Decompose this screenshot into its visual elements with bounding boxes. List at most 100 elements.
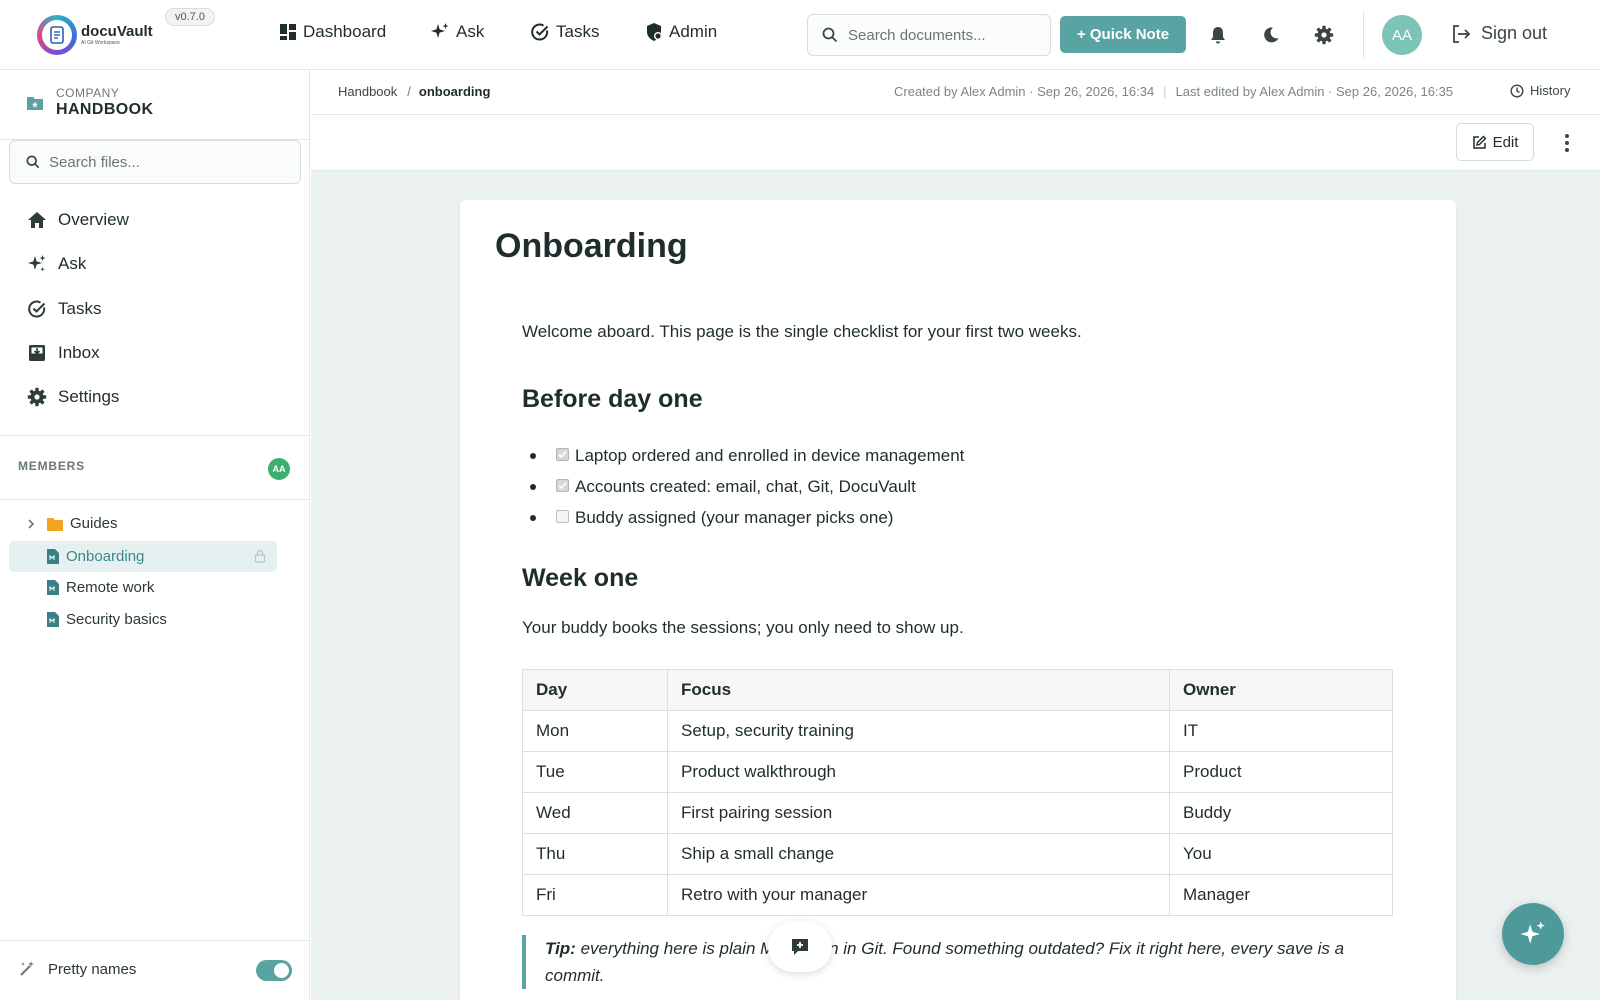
sidebar-item-label: Tasks (58, 299, 102, 318)
tree-item-label: Remote work (66, 579, 155, 596)
user-avatar[interactable]: AA (1382, 15, 1422, 55)
tree-item-label: Onboarding (66, 548, 145, 565)
nav-admin[interactable]: Admin (645, 22, 717, 42)
table-cell: Wed (522, 792, 668, 834)
member-avatar[interactable]: AA (268, 458, 290, 480)
magic-wand-icon (20, 961, 34, 976)
tree-item-label: Guides (70, 515, 118, 532)
check-circle-icon (28, 300, 46, 318)
theme-toggle-button[interactable] (1258, 22, 1284, 48)
checkbox-unchecked[interactable] (556, 510, 569, 523)
tree-folder-guides[interactable]: Guides (25, 515, 118, 532)
sidebar-item-overview[interactable]: Overview (27, 210, 129, 230)
notifications-button[interactable] (1205, 22, 1231, 48)
sidebar-item-ask[interactable]: Ask (27, 254, 86, 274)
table-row: Thu Ship a small change You (522, 833, 1393, 875)
dashboard-icon (280, 24, 296, 40)
shield-icon (647, 23, 662, 41)
checklist-label: Laptop ordered and enrolled in device ma… (575, 445, 965, 465)
main-content: Handbook / onboarding Created by Alex Ad… (311, 70, 1600, 1000)
pretty-names-toggle[interactable] (256, 960, 292, 981)
quick-note-button[interactable]: + Quick Note (1060, 16, 1186, 53)
chevron-right-icon (28, 518, 35, 529)
table-cell: Retro with your manager (667, 874, 1170, 916)
breadcrumb-bar: Handbook / onboarding Created by Alex Ad… (311, 70, 1600, 115)
column-header: Focus (667, 669, 1170, 711)
folder-icon (47, 517, 63, 531)
sign-out-button[interactable]: Sign out (1451, 23, 1547, 44)
sidebar-item-tasks[interactable]: Tasks (27, 299, 101, 319)
checklist-label: Accounts created: email, chat, Git, Docu… (575, 476, 916, 496)
sidebar-item-label: Settings (58, 387, 120, 406)
document-search-input[interactable]: Search documents... (807, 14, 1051, 56)
column-header: Owner (1169, 669, 1393, 711)
created-info: Created by Alex Admin · Sep 26, 2026, 16… (894, 84, 1155, 99)
sidebar-divider (0, 499, 310, 500)
checkbox-checked[interactable] (556, 479, 569, 492)
sidebar-item-inbox[interactable]: Inbox (27, 343, 100, 363)
home-icon (28, 212, 46, 228)
document-search-placeholder: Search documents... (848, 26, 986, 44)
gear-icon (1314, 25, 1334, 45)
add-comment-button[interactable] (768, 922, 832, 972)
sidebar-divider (0, 435, 310, 436)
logo-icon (37, 15, 77, 55)
settings-button[interactable] (1311, 22, 1337, 48)
checkbox-checked[interactable] (556, 448, 569, 461)
sidebar-divider (0, 940, 310, 941)
history-label: History (1530, 83, 1571, 98)
workspace-header[interactable]: COMPANY HANDBOOK (26, 86, 153, 119)
markdown-file-icon (47, 549, 59, 564)
history-button[interactable]: History (1510, 83, 1570, 98)
tip-text: everything here is plain Markdown in Git… (545, 939, 1345, 985)
edit-button[interactable]: Edit (1456, 123, 1534, 161)
schedule-table: Day Focus Owner Mon Setup, security trai… (522, 669, 1393, 916)
folder-star-icon (27, 96, 43, 110)
nav-ask[interactable]: Ask (430, 22, 484, 42)
tree-item-label: Security basics (66, 611, 167, 628)
search-icon (822, 27, 838, 43)
section-heading: Week one (522, 564, 639, 592)
tree-file-onboarding[interactable]: Onboarding (46, 548, 144, 565)
table-cell: First pairing session (667, 792, 1170, 834)
clock-icon (1510, 83, 1524, 98)
nav-dashboard[interactable]: Dashboard (279, 22, 386, 42)
tip-callout: Tip: everything here is plain Markdown i… (522, 935, 1352, 989)
gear-icon (27, 387, 47, 407)
table-cell: Product walkthrough (667, 751, 1170, 793)
tree-file-remote-work[interactable]: Remote work (46, 579, 154, 596)
sparkle-icon (28, 255, 46, 272)
moon-icon (1264, 27, 1279, 43)
markdown-file-icon (47, 612, 59, 627)
nav-tasks-label: Tasks (556, 22, 600, 41)
bell-icon (1211, 27, 1225, 44)
table-cell: You (1169, 833, 1393, 875)
sign-out-label: Sign out (1481, 23, 1548, 43)
tree-file-security-basics[interactable]: Security basics (46, 611, 167, 628)
file-search-input[interactable]: Search files... (9, 140, 301, 184)
nav-admin-label: Admin (669, 22, 718, 41)
sidebar-item-settings[interactable]: Settings (27, 387, 119, 407)
table-cell: IT (1169, 710, 1393, 752)
nav-tasks[interactable]: Tasks (530, 22, 599, 42)
nav-dashboard-label: Dashboard (303, 22, 387, 41)
table-header-row: Day Focus Owner (522, 669, 1393, 711)
markdown-file-icon (47, 580, 59, 595)
doc-meta: Created by Alex Admin · Sep 26, 2026, 16… (894, 84, 1454, 99)
sidebar-item-label: Ask (58, 254, 87, 273)
version-badge: v0.7.0 (165, 8, 215, 26)
breadcrumb-parent[interactable]: Handbook (338, 84, 397, 99)
table-row: Fri Retro with your manager Manager (522, 874, 1393, 916)
edit-label: Edit (1492, 133, 1519, 151)
tip-label: Tip: (545, 939, 576, 958)
table-cell: Buddy (1169, 792, 1393, 834)
workspace-label: COMPANY (56, 86, 120, 100)
file-search-placeholder: Search files... (49, 153, 140, 171)
breadcrumb-separator: / (407, 84, 411, 99)
sparkle-icon (431, 23, 449, 38)
ai-assistant-button[interactable] (1502, 903, 1564, 965)
checklist-label: Buddy assigned (your manager picks one) (575, 507, 894, 527)
comment-plus-icon (792, 939, 808, 955)
app-logo[interactable]: docuVault AI Git Workspace (37, 15, 153, 55)
more-options-button[interactable] (1557, 131, 1577, 155)
